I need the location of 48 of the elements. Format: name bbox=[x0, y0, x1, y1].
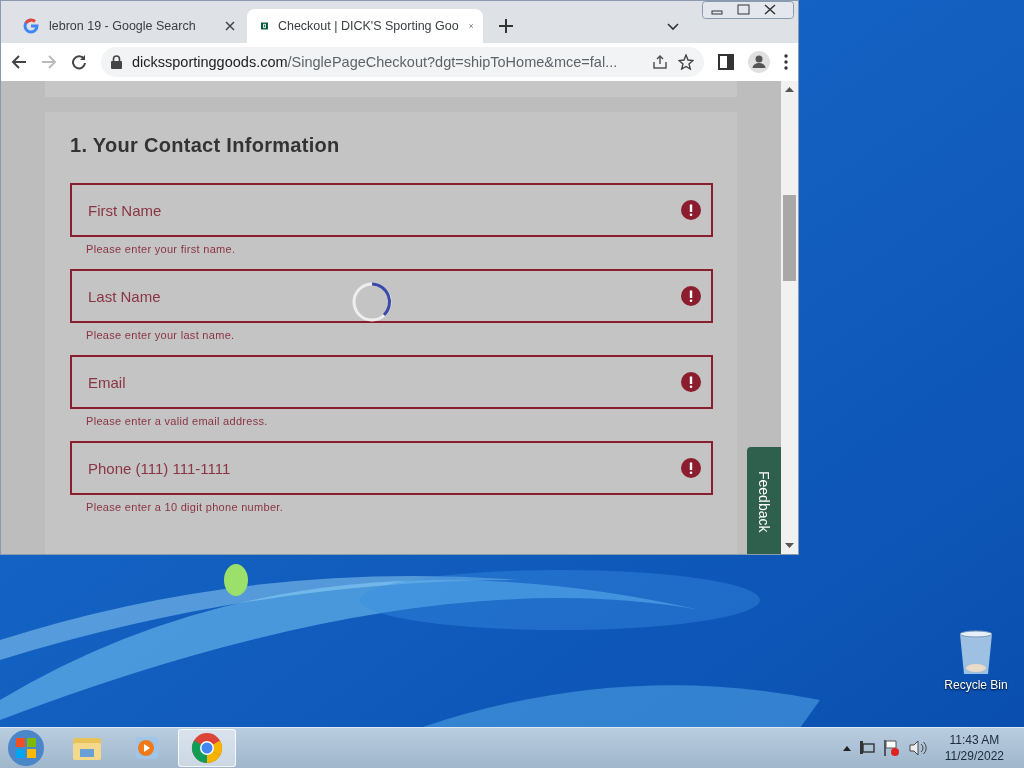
reload-icon[interactable] bbox=[71, 54, 87, 70]
browser-tab[interactable]: Checkout | DICK'S Sporting Goo bbox=[247, 9, 483, 43]
media-player-icon bbox=[134, 735, 160, 761]
scroll-down-icon[interactable] bbox=[785, 543, 794, 548]
network-icon[interactable] bbox=[858, 740, 875, 756]
error-icon bbox=[681, 458, 701, 478]
close-icon[interactable] bbox=[225, 21, 235, 31]
text-field[interactable]: Email bbox=[70, 355, 713, 409]
chrome-icon bbox=[191, 732, 223, 764]
address-bar[interactable]: dickssportinggoods.com/SinglePageCheckout?dgt=shipToHome&mce=fal... bbox=[101, 47, 704, 77]
profile-icon[interactable] bbox=[748, 51, 770, 73]
folder-icon bbox=[72, 735, 102, 761]
volume-icon[interactable] bbox=[908, 740, 927, 756]
star-icon[interactable] bbox=[678, 54, 694, 70]
error-icon bbox=[681, 286, 701, 306]
text-field[interactable]: Phone (111) 111-1111 bbox=[70, 441, 713, 495]
google-icon bbox=[23, 18, 39, 34]
menu-icon[interactable] bbox=[784, 54, 788, 70]
start-button[interactable] bbox=[6, 728, 46, 768]
chevron-down-icon[interactable] bbox=[667, 23, 679, 31]
error-icon bbox=[681, 200, 701, 220]
side-panel-icon[interactable] bbox=[718, 54, 734, 70]
desktop-icon-label[interactable]: Recycle Bin bbox=[944, 678, 1008, 692]
section-heading: 1. Your Contact Information bbox=[70, 134, 341, 157]
scroll-thumb[interactable] bbox=[783, 195, 796, 281]
browser-tab[interactable]: lebron 19 - Google Search bbox=[9, 9, 245, 43]
text-field[interactable]: Last Name bbox=[70, 269, 713, 323]
error-icon bbox=[681, 372, 701, 392]
url-text: dickssportinggoods.com/SinglePageCheckout?dgt=shipToHome&mce=fal... bbox=[132, 54, 618, 70]
feedback-tab[interactable]: Feedback bbox=[747, 447, 781, 554]
error-message: Please enter a 10 digit phone number. bbox=[86, 501, 284, 513]
window-controls-icon[interactable] bbox=[702, 1, 794, 19]
new-tab-icon[interactable] bbox=[499, 19, 513, 33]
taskbar-button[interactable] bbox=[178, 729, 236, 767]
back-icon[interactable] bbox=[11, 54, 27, 70]
flag-icon[interactable] bbox=[882, 739, 901, 757]
error-message: Please enter your last name. bbox=[86, 329, 236, 341]
clock[interactable]: 11:43 AM 11/29/2022 bbox=[944, 732, 1004, 764]
share-icon[interactable] bbox=[652, 54, 668, 70]
error-message: Please enter a valid email address. bbox=[86, 415, 269, 427]
lock-icon bbox=[111, 55, 122, 69]
text-field[interactable]: First Name bbox=[70, 183, 713, 237]
scroll-up-icon[interactable] bbox=[785, 87, 794, 92]
show-hidden-icon[interactable] bbox=[842, 745, 851, 751]
recycle-bin-icon[interactable] bbox=[958, 630, 994, 676]
scrollbar[interactable] bbox=[781, 81, 798, 554]
error-message: Please enter your first name. bbox=[86, 243, 237, 255]
close-icon[interactable] bbox=[468, 21, 473, 31]
